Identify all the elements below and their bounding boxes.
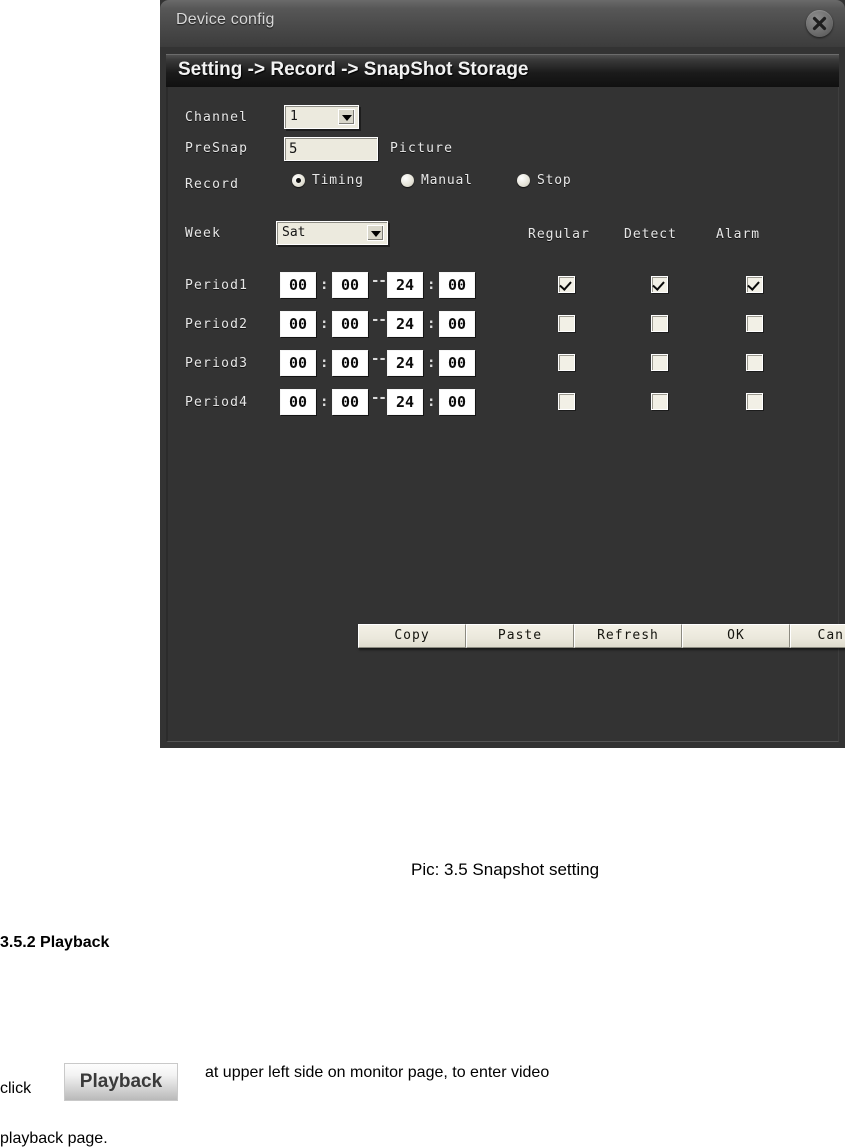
period3-colon-2: : bbox=[427, 355, 436, 371]
period3-alarm-checkbox[interactable] bbox=[746, 354, 763, 371]
period1-end-min[interactable]: 00 bbox=[439, 272, 475, 298]
period4-colon-2: : bbox=[427, 394, 436, 410]
period2-end-hour[interactable]: 24 bbox=[387, 311, 423, 337]
period3-end-min[interactable]: 00 bbox=[439, 350, 475, 376]
period1-range-dash: -- bbox=[371, 273, 387, 289]
period4-regular-checkbox[interactable] bbox=[558, 393, 575, 410]
period4-label: Period4 bbox=[185, 395, 249, 410]
period4-end-min[interactable]: 00 bbox=[439, 389, 475, 415]
period2-start-hour[interactable]: 00 bbox=[280, 311, 316, 337]
period4-start-hour[interactable]: 00 bbox=[280, 389, 316, 415]
presnap-unit-label: Picture bbox=[390, 141, 453, 156]
dialog-title: Device config bbox=[176, 11, 275, 28]
instruction-text-continued: playback page. bbox=[0, 1130, 108, 1147]
chevron-down-icon bbox=[367, 225, 384, 241]
period3-end-hour[interactable]: 24 bbox=[387, 350, 423, 376]
column-header-alarm: Alarm bbox=[716, 227, 761, 242]
period4-alarm-checkbox[interactable] bbox=[746, 393, 763, 410]
breadcrumb-bar: Setting -> Record -> SnapShot Storage bbox=[166, 54, 839, 87]
cancel-button[interactable]: Cancel bbox=[790, 624, 845, 648]
period1-detect-checkbox[interactable] bbox=[651, 276, 668, 293]
click-label: click bbox=[0, 1080, 32, 1097]
period1-regular-checkbox[interactable] bbox=[558, 276, 575, 293]
period3-detect-checkbox[interactable] bbox=[651, 354, 668, 371]
period1-end-hour[interactable]: 24 bbox=[387, 272, 423, 298]
channel-select-value: 1 bbox=[290, 109, 298, 124]
period2-regular-checkbox[interactable] bbox=[558, 315, 575, 332]
period4-detect-checkbox[interactable] bbox=[651, 393, 668, 410]
period2-colon-2: : bbox=[427, 316, 436, 332]
record-label: Record bbox=[185, 177, 240, 192]
radio-stop-icon[interactable] bbox=[517, 174, 530, 187]
record-mode-manual-label: Manual bbox=[421, 173, 473, 188]
period4-start-min[interactable]: 00 bbox=[332, 389, 368, 415]
period1-colon-1: : bbox=[320, 277, 329, 293]
period1-colon-2: : bbox=[427, 277, 436, 293]
column-header-regular: Regular bbox=[528, 227, 590, 242]
radio-timing-icon[interactable] bbox=[292, 174, 305, 187]
period3-label: Period3 bbox=[185, 356, 249, 371]
period3-start-hour[interactable]: 00 bbox=[280, 350, 316, 376]
period2-colon-1: : bbox=[320, 316, 329, 332]
period2-range-dash: -- bbox=[371, 312, 387, 328]
period2-end-min[interactable]: 00 bbox=[439, 311, 475, 337]
playback-button[interactable]: Playback bbox=[64, 1063, 178, 1101]
record-mode-stop-label: Stop bbox=[537, 173, 572, 188]
record-mode-timing-label: Timing bbox=[312, 173, 364, 188]
period4-colon-1: : bbox=[320, 394, 329, 410]
column-header-detect: Detect bbox=[624, 227, 677, 242]
week-select-value: Sat bbox=[282, 225, 306, 240]
period3-range-dash: -- bbox=[371, 351, 387, 367]
period2-label: Period2 bbox=[185, 317, 249, 332]
period4-end-hour[interactable]: 24 bbox=[387, 389, 423, 415]
figure-caption: Pic: 3.5 Snapshot setting bbox=[411, 860, 600, 879]
period3-regular-checkbox[interactable] bbox=[558, 354, 575, 371]
record-mode-timing[interactable]: Timing bbox=[292, 173, 364, 188]
record-mode-stop[interactable]: Stop bbox=[517, 173, 572, 188]
period3-colon-1: : bbox=[320, 355, 329, 371]
period4-range-dash: -- bbox=[371, 390, 387, 406]
period1-start-hour[interactable]: 00 bbox=[280, 272, 316, 298]
period1-label: Period1 bbox=[185, 278, 249, 293]
close-icon[interactable] bbox=[806, 10, 833, 37]
period2-alarm-checkbox[interactable] bbox=[746, 315, 763, 332]
copy-button[interactable]: Copy bbox=[358, 624, 466, 648]
paste-button[interactable]: Paste bbox=[466, 624, 574, 648]
breadcrumb: Setting -> Record -> SnapShot Storage bbox=[178, 59, 529, 80]
chevron-down-icon bbox=[338, 109, 355, 125]
week-select[interactable]: Sat bbox=[276, 221, 388, 245]
period1-start-min[interactable]: 00 bbox=[332, 272, 368, 298]
refresh-button[interactable]: Refresh bbox=[574, 624, 682, 648]
dialog-titlebar[interactable]: Device config bbox=[160, 0, 845, 47]
presnap-label: PreSnap bbox=[185, 141, 249, 156]
instruction-text: at upper left side on monitor page, to e… bbox=[205, 1064, 550, 1081]
week-label: Week bbox=[185, 226, 222, 241]
period2-detect-checkbox[interactable] bbox=[651, 315, 668, 332]
ok-button[interactable]: OK bbox=[682, 624, 790, 648]
radio-manual-icon[interactable] bbox=[401, 174, 414, 187]
device-config-dialog: Device config Setting -> Record -> SnapS… bbox=[160, 0, 845, 748]
period3-start-min[interactable]: 00 bbox=[332, 350, 368, 376]
period1-alarm-checkbox[interactable] bbox=[746, 276, 763, 293]
period2-start-min[interactable]: 00 bbox=[332, 311, 368, 337]
channel-select[interactable]: 1 bbox=[284, 105, 359, 129]
channel-label: Channel bbox=[185, 110, 249, 125]
record-mode-manual[interactable]: Manual bbox=[401, 173, 473, 188]
section-heading: 3.5.2 Playback bbox=[0, 934, 110, 951]
dialog-button-row: Copy Paste Refresh OK Cancel bbox=[358, 624, 845, 648]
dialog-content: Channel 1 PreSnap Picture Record Timing … bbox=[166, 87, 845, 742]
presnap-input[interactable] bbox=[284, 137, 378, 161]
